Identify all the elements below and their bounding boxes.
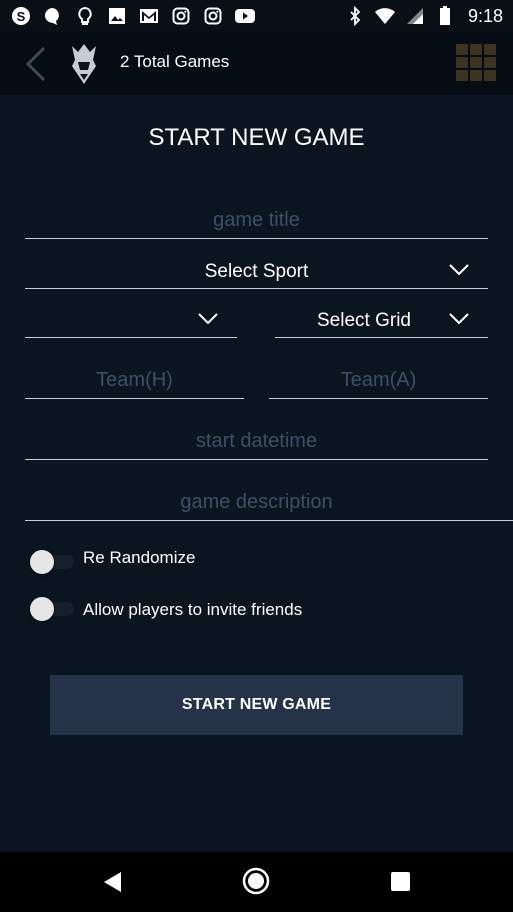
youtube-icon	[234, 6, 256, 26]
signal-icon	[404, 6, 426, 26]
game-title-field[interactable]: game title	[25, 203, 488, 239]
nav-recents-icon[interactable]	[391, 872, 410, 891]
skype-icon: S	[10, 6, 32, 26]
gmail-icon	[138, 6, 160, 26]
instagram-icon	[170, 6, 192, 26]
chevron-down-icon	[449, 264, 469, 276]
select-sport-dropdown[interactable]: Select Sport	[25, 253, 488, 289]
app-logo	[66, 42, 102, 86]
battery-icon	[434, 6, 456, 26]
team-home-placeholder: Team(H)	[96, 369, 173, 391]
toggle-knob	[30, 550, 54, 574]
select-grid-label: Select Grid	[317, 310, 411, 331]
start-new-game-button[interactable]: START NEW GAME	[50, 675, 463, 735]
status-bar: S 9:18	[0, 0, 513, 32]
chat-bubble-icon	[42, 6, 64, 26]
select-option-dropdown[interactable]	[25, 302, 237, 338]
nav-home-icon[interactable]	[242, 867, 270, 895]
bluetooth-icon	[344, 6, 366, 26]
toggle-knob	[30, 597, 54, 621]
total-games-label: 2 Total Games	[120, 52, 230, 71]
game-title-placeholder: game title	[213, 209, 300, 231]
chevron-left-icon	[25, 46, 46, 82]
select-grid-dropdown[interactable]: Select Grid	[275, 302, 488, 338]
team-home-field[interactable]: Team(H)	[25, 363, 244, 399]
notification-icons: S	[10, 6, 256, 26]
invite-friends-label: Allow players to invite friends	[83, 600, 303, 619]
status-time: 9:18	[467, 5, 503, 26]
page-title: START NEW GAME	[148, 124, 365, 151]
invite-friends-toggle[interactable]: Allow players to invite friends	[30, 597, 302, 621]
image-icon	[106, 6, 128, 26]
team-away-placeholder: Team(A)	[340, 369, 417, 391]
chevron-down-icon	[198, 313, 218, 325]
game-description-placeholder: game description	[180, 491, 333, 513]
grid-icon	[456, 44, 468, 55]
rerandomize-toggle[interactable]: Re Randomize	[30, 548, 195, 574]
back-button[interactable]	[22, 44, 50, 84]
app-header: 2 Total Games	[0, 32, 513, 95]
game-description-field[interactable]: game description	[25, 485, 513, 521]
start-datetime-field[interactable]: start datetime	[25, 424, 488, 460]
instagram-icon	[202, 6, 224, 26]
svg-text:S: S	[17, 9, 26, 24]
grid-menu-button[interactable]	[456, 44, 498, 84]
lightbulb-icon	[74, 6, 96, 26]
nav-back-icon[interactable]	[102, 871, 122, 893]
system-icons: 9:18	[344, 6, 503, 27]
rerandomize-label: Re Randomize	[83, 548, 196, 567]
chevron-down-icon	[449, 313, 469, 325]
wifi-icon	[374, 6, 396, 26]
team-away-field[interactable]: Team(A)	[269, 363, 488, 399]
start-datetime-placeholder: start datetime	[195, 430, 318, 452]
select-sport-label: Select Sport	[204, 261, 309, 282]
